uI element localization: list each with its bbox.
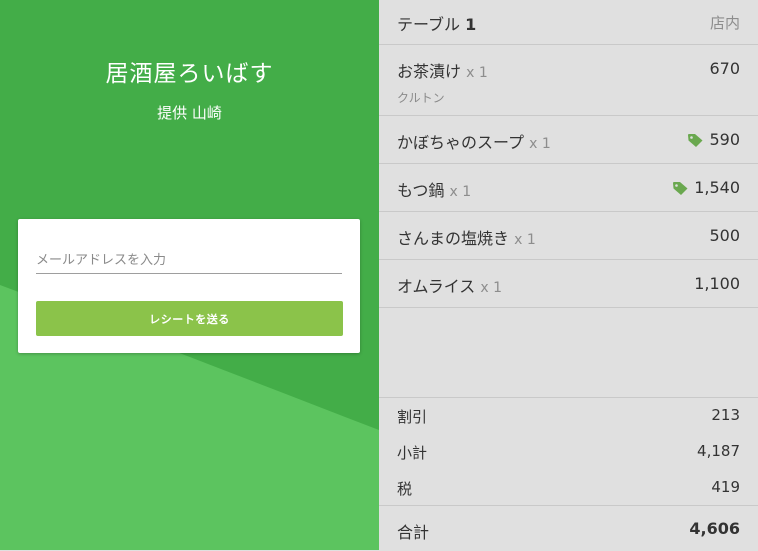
item-qty: x 1 — [529, 136, 551, 152]
tax-label: 税 — [397, 480, 413, 498]
item-price: 500 — [709, 226, 740, 245]
item-name: もつ鍋 — [397, 181, 445, 200]
item-name: さんまの塩焼き — [397, 229, 510, 248]
order-item[interactable]: オムライス x 1 1,100 — [379, 260, 758, 308]
order-panel: テーブル 1 店内 お茶漬け x 1 クルトン 670 かぼちゃのスープ x 1… — [379, 0, 758, 550]
table-label: テーブル 1 — [397, 11, 476, 35]
item-qty: x 1 — [466, 65, 488, 81]
discount-label: 割引 — [397, 408, 428, 426]
item-name: かぼちゃのスープ — [397, 133, 525, 152]
order-item[interactable]: もつ鍋 x 1 1,540 — [379, 164, 758, 212]
shop-name: 居酒屋ろいばす — [105, 61, 274, 87]
email-input[interactable] — [36, 247, 342, 274]
subtotal-label: 小計 — [397, 444, 428, 462]
discount-row: 割引 213 — [379, 398, 758, 434]
order-summary: 割引 213 小計 4,187 税 419 — [379, 397, 758, 506]
dine-type: 店内 — [709, 14, 740, 32]
item-price: 590 — [709, 130, 740, 149]
item-price: 1,540 — [694, 178, 740, 197]
total-value: 4,606 — [689, 519, 740, 538]
order-item[interactable]: お茶漬け x 1 クルトン 670 — [379, 45, 758, 116]
order-header: テーブル 1 店内 — [379, 0, 758, 45]
item-name: お茶漬け — [397, 62, 462, 81]
provider-label: 提供 山崎 — [157, 104, 222, 122]
subtotal-value: 4,187 — [697, 442, 740, 460]
tax-row: 税 419 — [379, 470, 758, 506]
receipt-panel: 居酒屋ろいばす 提供 山崎 レシートを送る — [0, 0, 379, 550]
total-row: 合計 4,606 — [379, 505, 758, 551]
item-qty: x 1 — [480, 280, 502, 296]
order-item[interactable]: さんまの塩焼き x 1 500 — [379, 212, 758, 260]
tag-icon — [688, 134, 703, 147]
item-qty: x 1 — [514, 232, 536, 248]
order-item[interactable]: かぼちゃのスープ x 1 590 — [379, 116, 758, 164]
item-name: オムライス — [397, 277, 476, 296]
total-label: 合計 — [397, 523, 430, 542]
tag-icon — [673, 182, 688, 195]
subtotal-row: 小計 4,187 — [379, 434, 758, 470]
item-qty: x 1 — [449, 184, 472, 200]
receipt-card: レシートを送る — [18, 219, 360, 353]
item-price: 1,100 — [694, 274, 740, 293]
tax-value: 419 — [711, 478, 740, 496]
item-note: クルトン — [397, 91, 445, 105]
table-prefix: テーブル — [397, 15, 461, 34]
table-number: 1 — [465, 15, 477, 34]
send-receipt-button[interactable]: レシートを送る — [36, 301, 343, 336]
order-items: お茶漬け x 1 クルトン 670 かぼちゃのスープ x 1 590 もつ鍋 x… — [379, 45, 758, 308]
item-price: 670 — [709, 59, 740, 78]
discount-value: 213 — [711, 406, 740, 424]
